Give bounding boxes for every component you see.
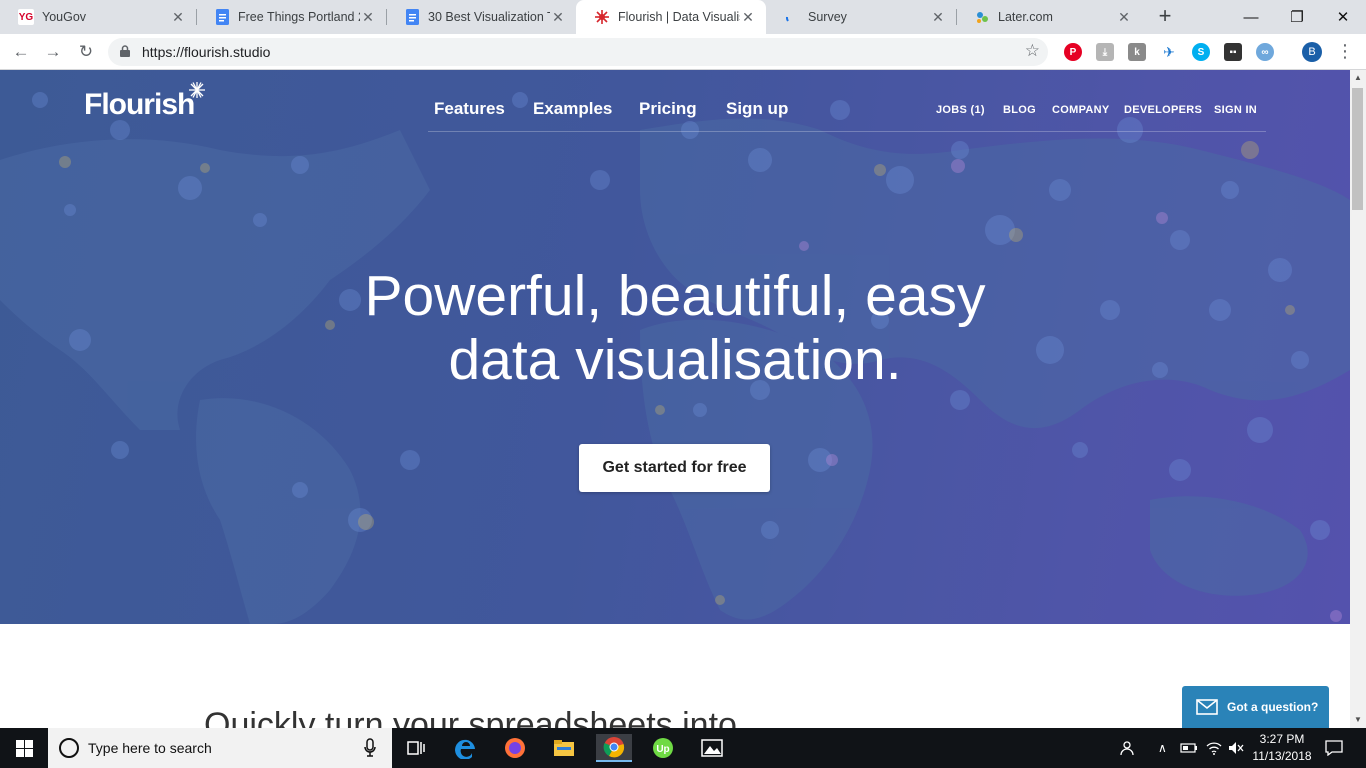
nav-pricing[interactable]: Pricing bbox=[639, 99, 697, 119]
address-bar[interactable]: https://flourish.studio ☆ bbox=[108, 38, 1048, 66]
tab-close-icon[interactable]: ✕ bbox=[550, 9, 566, 26]
tab-title: Flourish | Data Visualisa bbox=[618, 10, 740, 24]
browser-tab-strip: YG YouGov ✕ Free Things Portland 26 ✕ 30… bbox=[0, 0, 1366, 34]
scroll-up-icon[interactable]: ▲ bbox=[1350, 70, 1366, 86]
lock-icon bbox=[120, 45, 130, 57]
cortana-icon bbox=[59, 738, 79, 758]
wifi-icon[interactable] bbox=[1206, 728, 1222, 768]
envelope-icon bbox=[1196, 699, 1218, 715]
reload-icon[interactable]: ↻ bbox=[74, 40, 98, 64]
microphone-icon[interactable] bbox=[364, 738, 376, 758]
tab-title: Free Things Portland 26 bbox=[238, 10, 360, 24]
loading-icon bbox=[784, 9, 800, 25]
headline-line-2: data visualisation. bbox=[448, 328, 902, 392]
nav-sign-in[interactable]: SIGN IN bbox=[1214, 104, 1257, 116]
nav-divider bbox=[428, 131, 1266, 132]
tab-close-icon[interactable]: ✕ bbox=[1116, 9, 1132, 26]
hero-section: Flourish Features Examples Pricing Sign … bbox=[0, 70, 1350, 624]
k-icon[interactable]: k bbox=[1128, 43, 1146, 61]
later-icon bbox=[974, 9, 990, 25]
nav-examples[interactable]: Examples bbox=[533, 99, 612, 119]
browser-tab-active[interactable]: Flourish | Data Visualisa ✕ bbox=[576, 0, 766, 34]
chat-widget-button[interactable]: Got a question? bbox=[1182, 686, 1329, 728]
chevron-up-icon[interactable]: ∧ bbox=[1158, 728, 1167, 768]
profile-avatar[interactable]: B bbox=[1302, 42, 1322, 62]
nav-sign-up[interactable]: Sign up bbox=[726, 99, 788, 119]
taskbar-clock[interactable]: 3:27 PM 11/13/2018 bbox=[1246, 731, 1318, 765]
flourish-burst-icon bbox=[189, 82, 205, 98]
flourish-burst-icon bbox=[594, 9, 610, 25]
volume-muted-icon[interactable] bbox=[1228, 728, 1244, 768]
forward-arrow-icon[interactable]: → bbox=[41, 40, 65, 64]
chat-label: Got a question? bbox=[1227, 700, 1319, 714]
bookmark-star-icon[interactable]: ☆ bbox=[1025, 41, 1040, 61]
clock-time: 3:27 PM bbox=[1259, 732, 1305, 746]
yougov-favicon-icon: YG bbox=[18, 9, 34, 25]
tab-title: Later.com bbox=[998, 10, 1053, 24]
link-icon[interactable]: ∞ bbox=[1256, 43, 1274, 61]
browser-tab[interactable]: Later.com ✕ bbox=[956, 0, 1142, 34]
restore-icon[interactable]: ❐ bbox=[1274, 0, 1320, 34]
tab-close-icon[interactable]: ✕ bbox=[170, 9, 186, 26]
pinterest-icon[interactable]: P bbox=[1064, 43, 1082, 61]
feather-icon[interactable]: ✈ bbox=[1160, 43, 1178, 61]
tab-close-icon[interactable]: ✕ bbox=[930, 9, 946, 26]
nav-company[interactable]: COMPANY bbox=[1052, 104, 1110, 116]
tab-close-icon[interactable]: ✕ bbox=[360, 9, 376, 26]
photos-icon[interactable] bbox=[694, 734, 730, 762]
upwork-icon[interactable]: Up bbox=[645, 734, 681, 762]
file-explorer-icon[interactable] bbox=[546, 734, 582, 762]
window-close-icon[interactable]: ✕ bbox=[1320, 0, 1366, 34]
pdf-icon[interactable]: ⤓ bbox=[1096, 43, 1114, 61]
task-view-icon[interactable] bbox=[398, 734, 434, 762]
keyboard-icon[interactable]: ▪▪ bbox=[1224, 43, 1242, 61]
nav-jobs[interactable]: JOBS (1) bbox=[936, 104, 985, 116]
battery-icon[interactable] bbox=[1180, 728, 1198, 768]
search-placeholder: Type here to search bbox=[88, 740, 212, 756]
docs-icon bbox=[214, 9, 230, 25]
chrome-icon[interactable] bbox=[596, 734, 632, 762]
hero-headline: Powerful, beautiful, easy data visualisa… bbox=[0, 264, 1350, 392]
flourish-logo[interactable]: Flourish bbox=[84, 88, 195, 122]
taskbar-search-box[interactable]: Type here to search bbox=[48, 728, 392, 768]
url-text: https://flourish.studio bbox=[142, 44, 271, 60]
headline-line-1: Powerful, beautiful, easy bbox=[364, 264, 986, 328]
action-center-icon[interactable] bbox=[1325, 728, 1343, 768]
nav-blog[interactable]: BLOG bbox=[1003, 104, 1036, 116]
people-icon[interactable] bbox=[1120, 728, 1138, 768]
tab-close-icon[interactable]: ✕ bbox=[740, 9, 756, 26]
menu-kebab-icon[interactable]: ⋮ bbox=[1336, 42, 1354, 60]
browser-tab[interactable]: YG YouGov ✕ bbox=[0, 0, 196, 34]
back-arrow-icon[interactable]: ← bbox=[9, 40, 33, 64]
firefox-icon[interactable] bbox=[497, 734, 533, 762]
scrollbar-thumb[interactable] bbox=[1352, 88, 1363, 210]
tab-title: 30 Best Visualization To bbox=[428, 10, 550, 24]
new-tab-plus-icon[interactable]: + bbox=[1154, 5, 1176, 28]
tab-title: YouGov bbox=[42, 10, 87, 24]
skype-icon[interactable]: S bbox=[1192, 43, 1210, 61]
nav-developers[interactable]: DEVELOPERS bbox=[1124, 104, 1202, 116]
page-scrollbar[interactable]: ▲ ▼ bbox=[1350, 70, 1366, 728]
tab-title: Survey bbox=[808, 10, 847, 24]
browser-tab[interactable]: Survey ✕ bbox=[766, 0, 956, 34]
docs-icon bbox=[404, 9, 420, 25]
browser-tab[interactable]: Free Things Portland 26 ✕ bbox=[196, 0, 386, 34]
minimize-icon[interactable]: — bbox=[1228, 0, 1274, 34]
svg-text:Up: Up bbox=[656, 744, 669, 755]
browser-toolbar: ← → ↻ https://flourish.studio ☆ P ⤓ k ✈ … bbox=[0, 34, 1366, 70]
windows-taskbar: Type here to search Up ∧ 3:27 PM 11/13/2… bbox=[0, 728, 1366, 768]
nav-features[interactable]: Features bbox=[434, 99, 505, 119]
windows-start-icon[interactable] bbox=[0, 728, 48, 768]
edge-icon[interactable] bbox=[448, 734, 484, 762]
get-started-button[interactable]: Get started for free bbox=[579, 444, 770, 492]
browser-tab[interactable]: 30 Best Visualization To ✕ bbox=[386, 0, 576, 34]
scroll-down-icon[interactable]: ▼ bbox=[1350, 712, 1366, 728]
clock-date: 11/13/2018 bbox=[1252, 749, 1312, 763]
